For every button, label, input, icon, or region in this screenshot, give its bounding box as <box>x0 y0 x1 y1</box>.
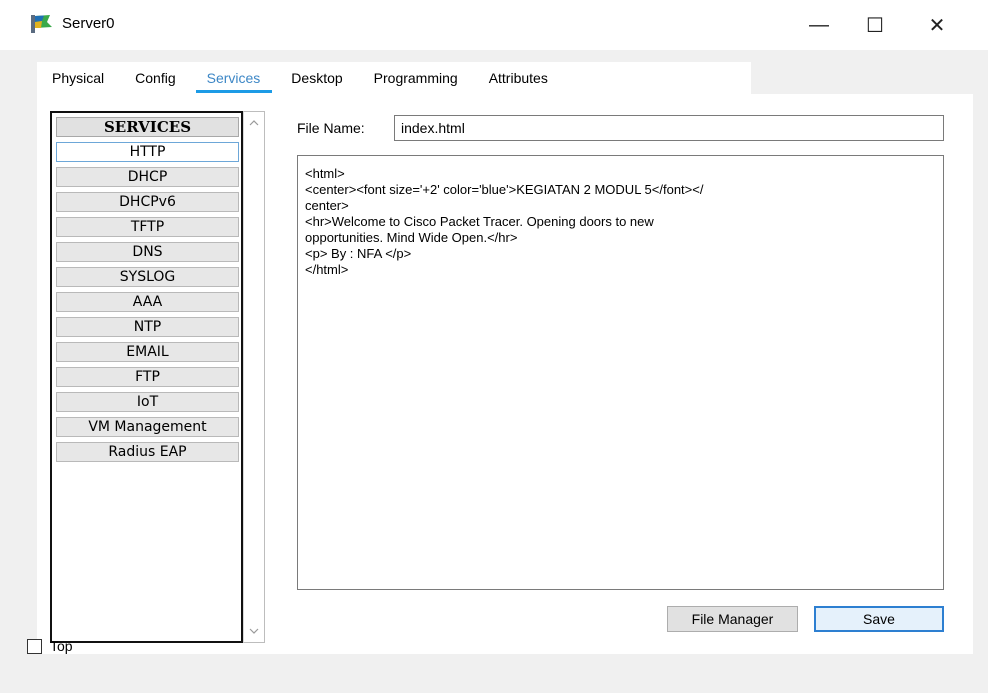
services-list: SERVICES HTTP DHCP DHCPv6 TFTP DNS SYSLO… <box>50 111 243 643</box>
services-header: SERVICES <box>56 117 239 137</box>
service-item-tftp[interactable]: TFTP <box>56 217 239 237</box>
server-icon <box>31 15 52 33</box>
minimize-button[interactable]: — <box>796 8 842 42</box>
tab-attributes[interactable]: Attributes <box>474 62 564 94</box>
editor-line: <html> <box>305 166 345 181</box>
service-item-email[interactable]: EMAIL <box>56 342 239 362</box>
service-item-ftp[interactable]: FTP <box>56 367 239 387</box>
chevron-up-icon[interactable] <box>244 114 264 132</box>
service-item-radius-eap[interactable]: Radius EAP <box>56 442 239 462</box>
editor-line: </html> <box>305 262 349 277</box>
editor-line: <hr>Welcome to Cisco Packet Tracer. Open… <box>305 214 654 229</box>
service-item-aaa[interactable]: AAA <box>56 292 239 312</box>
service-item-dhcpv6[interactable]: DHCPv6 <box>56 192 239 212</box>
services-panel: SERVICES HTTP DHCP DHCPv6 TFTP DNS SYSLO… <box>37 94 973 654</box>
window-client: Physical Config Services Desktop Program… <box>0 50 988 693</box>
chevron-down-icon[interactable] <box>244 622 264 640</box>
editor-line: <p> By : NFA </p> <box>305 246 412 261</box>
file-manager-button[interactable]: File Manager <box>667 606 798 632</box>
service-item-dns[interactable]: DNS <box>56 242 239 262</box>
file-name-input[interactable] <box>394 115 944 141</box>
tab-programming[interactable]: Programming <box>359 62 474 94</box>
services-scrollbar[interactable] <box>243 111 265 643</box>
close-button[interactable]: ✕ <box>914 8 960 42</box>
service-item-ntp[interactable]: NTP <box>56 317 239 337</box>
file-name-label: File Name: <box>297 120 365 136</box>
title-bar: Server0 — ☐ ✕ <box>0 0 988 50</box>
editor-line: opportunities. Mind Wide Open.</hr> <box>305 230 518 245</box>
service-item-http[interactable]: HTTP <box>56 142 239 162</box>
editor-line: center> <box>305 198 349 213</box>
service-item-syslog[interactable]: SYSLOG <box>56 267 239 287</box>
top-checkbox[interactable] <box>27 638 42 654</box>
service-item-iot[interactable]: IoT <box>56 392 239 412</box>
maximize-button[interactable]: ☐ <box>852 8 898 42</box>
service-item-vm-management[interactable]: VM Management <box>56 417 239 437</box>
tab-desktop[interactable]: Desktop <box>276 62 358 94</box>
tab-config[interactable]: Config <box>120 62 191 94</box>
editor-line: <center><font size='+2' color='blue'>KEG… <box>305 182 704 197</box>
service-item-dhcp[interactable]: DHCP <box>56 167 239 187</box>
top-option: Top <box>27 638 73 654</box>
tab-bar: Physical Config Services Desktop Program… <box>37 62 751 94</box>
tab-physical[interactable]: Physical <box>37 62 120 94</box>
save-button[interactable]: Save <box>814 606 944 632</box>
window-title: Server0 <box>62 15 115 32</box>
tab-services[interactable]: Services <box>192 62 277 94</box>
html-content-editor[interactable]: <html> <center><font size='+2' color='bl… <box>297 155 944 590</box>
top-checkbox-label[interactable]: Top <box>50 638 73 654</box>
